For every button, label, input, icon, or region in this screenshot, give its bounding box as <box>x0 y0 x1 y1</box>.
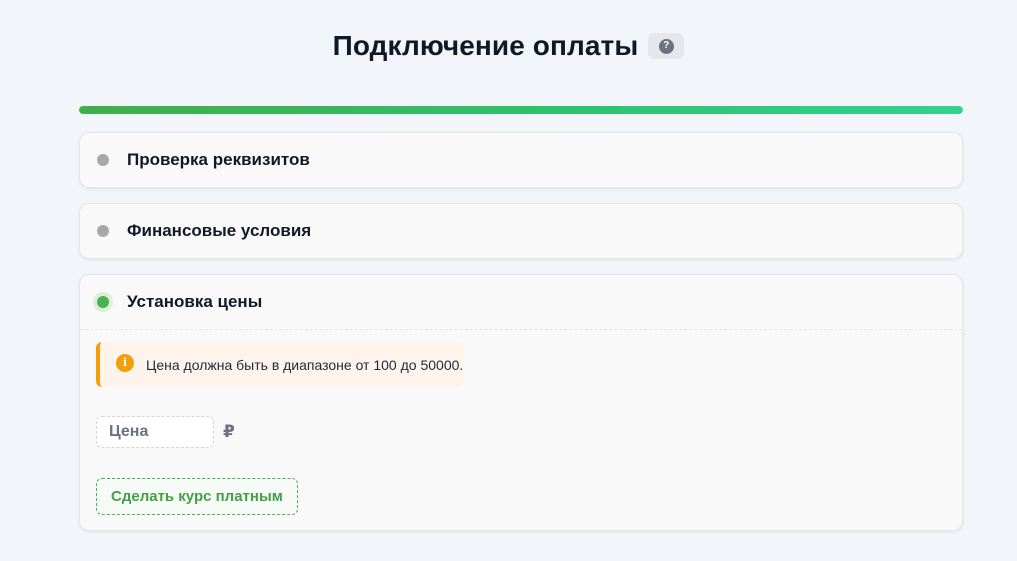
step-header-requisites[interactable]: Проверка реквизитов <box>80 133 962 187</box>
page-title: Подключение оплаты <box>332 30 639 61</box>
make-course-paid-button[interactable]: Сделать курс платным <box>96 478 298 515</box>
alert-text: Цена должна быть в диапазоне от 100 до 5… <box>146 356 464 373</box>
step-header-price-setup[interactable]: Установка цены <box>80 275 962 329</box>
step-header-financial-terms[interactable]: Финансовые условия <box>80 204 962 258</box>
step-card-price-setup: Установка цены i Цена должна быть в диап… <box>79 274 963 531</box>
price-range-alert: i Цена должна быть в диапазоне от 100 до… <box>96 342 464 387</box>
ruble-sign: ₽ <box>223 422 235 442</box>
step-title: Финансовые условия <box>127 221 312 240</box>
progress-bar <box>79 106 963 114</box>
step-title: Установка цены <box>127 292 263 311</box>
step-status-dot <box>97 225 109 237</box>
page-header: Подключение оплаты ? <box>0 30 1017 62</box>
price-input[interactable] <box>96 416 214 448</box>
step-card-financial-terms: Финансовые условия <box>79 203 963 259</box>
progress-fill <box>79 106 963 114</box>
step-status-dot <box>97 154 109 166</box>
step-status-dot-active <box>97 296 109 308</box>
question-icon: ? <box>658 38 674 54</box>
step-title: Проверка реквизитов <box>127 150 310 169</box>
step-card-requisites: Проверка реквизитов <box>79 132 963 188</box>
step-body-price-setup: i Цена должна быть в диапазоне от 100 до… <box>80 329 962 530</box>
payment-setup-page: Подключение оплаты ? Проверка реквизитов… <box>0 0 1017 561</box>
price-row: ₽ <box>96 416 235 448</box>
info-icon: i <box>116 353 134 372</box>
help-button[interactable]: ? <box>648 33 685 59</box>
